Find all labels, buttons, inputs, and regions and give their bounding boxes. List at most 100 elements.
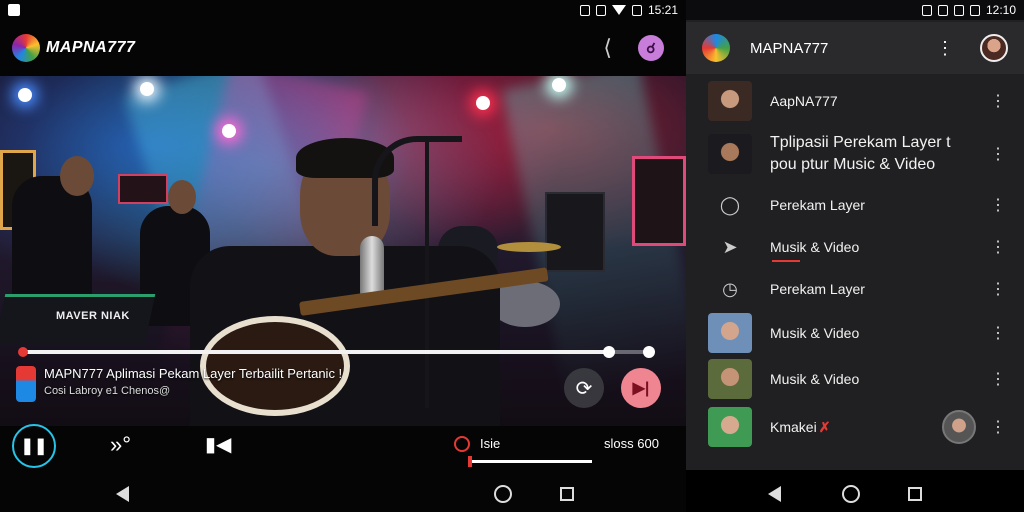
nav-back-icon[interactable] <box>768 486 781 502</box>
stage-lamp <box>552 78 566 92</box>
skip-previous-icon[interactable]: ▮◀ <box>205 432 231 457</box>
pause-icon: ❚❚ <box>20 438 48 455</box>
nav-home-icon[interactable] <box>494 485 512 503</box>
app-bar: MAPNA777 ⟨ ☌ <box>0 22 686 74</box>
status-time: 12:10 <box>985 3 1016 17</box>
video-player[interactable]: MAVER NIAK MAPN777 Aplimasi Pekam Layer … <box>0 76 686 426</box>
more-options-icon[interactable]: ⋮ <box>990 195 1006 215</box>
more-options-icon[interactable]: ⋮ <box>990 323 1006 343</box>
list-item[interactable]: Tplipasii Perekam Layer t pou ptur Music… <box>686 124 1024 184</box>
account-icon[interactable]: ☌ <box>638 35 664 61</box>
avatar[interactable] <box>942 410 976 444</box>
list-item[interactable]: ◯ Perekam Layer ⋮ <box>686 184 1024 226</box>
nfc-icon <box>595 4 606 16</box>
video-subtitle: Cosi Labroy e1 Chenos@ <box>44 385 171 397</box>
video-info[interactable]: MAPN777 Aplimasi Pekam Layer Terbailit P… <box>16 366 342 402</box>
list-item[interactable]: Kmakei ✗ ⋮ <box>686 402 1024 452</box>
item-label: Musik & Video <box>770 239 860 255</box>
app-logo-icon <box>12 34 40 62</box>
time-display: sloss 600 <box>604 436 659 451</box>
skip-next-icon: ▶| <box>632 380 650 397</box>
item-label: Perekam Layer <box>770 281 865 297</box>
item-label: Tplipasii Perekam Layer t pou ptur Music… <box>770 134 951 173</box>
seek-end-marker <box>643 346 655 358</box>
nav-recents-icon[interactable] <box>560 487 574 501</box>
more-options-icon[interactable]: ⋮ <box>990 279 1006 299</box>
item-label: Musik & Video <box>770 325 860 341</box>
wifi-icon <box>611 5 626 15</box>
menu-pane: 12:10 MAPNA777 ⋮ AapNA777 ⋮ Tplipasii Pe… <box>686 0 1024 512</box>
video-title: MAPN777 Aplimasi Pekam Layer Terbailit P… <box>44 366 343 381</box>
notification-icon <box>8 4 20 16</box>
share-icon: ➤ <box>722 236 738 257</box>
more-options-icon[interactable]: ⋮ <box>990 417 1006 437</box>
band-member-head <box>60 156 94 196</box>
more-options-icon[interactable]: ⋮ <box>936 38 954 59</box>
list-item[interactable]: ➤ Musik & Video ⋮ <box>686 226 1024 268</box>
menu-header: MAPNA777 ⋮ <box>686 22 1024 74</box>
stage-lamp <box>140 82 154 96</box>
player-pane: 15:21 MAPNA777 ⟨ ☌ MAVER NIAK MAPN777 Ap… <box>0 0 686 512</box>
avatar[interactable] <box>980 34 1008 62</box>
list-item[interactable]: AapNA777 ⋮ <box>686 78 1024 124</box>
replay-button[interactable]: ⟳ <box>564 368 604 408</box>
stage-lamp <box>18 88 32 102</box>
active-indicator <box>772 260 800 262</box>
face-thumb <box>708 313 752 353</box>
item-label: Perekam Layer <box>770 197 865 213</box>
nav-recents-icon[interactable] <box>908 487 922 501</box>
vibrate-icon <box>921 4 932 16</box>
volume-slider[interactable] <box>468 456 592 467</box>
list-item[interactable]: Musik & Video ⋮ <box>686 310 1024 356</box>
status-time: 15:21 <box>647 3 678 17</box>
mic-boom <box>372 136 462 226</box>
seek-bar-fill <box>22 350 610 354</box>
seek-start-marker <box>18 347 28 357</box>
neon-panel <box>632 156 686 246</box>
status-bar-left: 15:21 <box>0 0 686 20</box>
mixer-label: MAVER NIAK <box>56 310 130 322</box>
nav-bar-right <box>686 476 1024 512</box>
fast-forward-icon[interactable]: »° <box>110 432 131 458</box>
list-item[interactable]: Musik & Video ⋮ <box>686 356 1024 402</box>
nav-home-icon[interactable] <box>842 485 860 503</box>
mic-stand <box>425 138 429 408</box>
more-options-icon[interactable]: ⋮ <box>990 91 1006 111</box>
volume-thumb[interactable] <box>468 456 473 467</box>
cymbal <box>497 242 561 252</box>
more-options-icon[interactable]: ⋮ <box>990 144 1006 164</box>
vibrate-icon <box>579 4 590 16</box>
item-label: Musik & Video <box>770 371 860 387</box>
menu-brand: MAPNA777 <box>750 39 829 57</box>
share-icon[interactable]: ⟨ <box>603 35 612 61</box>
list-item[interactable]: ◷ Perekam Layer ⋮ <box>686 268 1024 310</box>
channel-icon <box>16 366 36 402</box>
pause-button[interactable]: ❚❚ <box>12 424 56 468</box>
app-brand: MAPNA777 <box>46 39 136 56</box>
chat-icon: ◯ <box>719 194 741 215</box>
replay-icon: ⟳ <box>575 377 593 400</box>
next-button[interactable]: ▶| <box>621 368 661 408</box>
signal-icon <box>953 4 964 16</box>
status-bar-right: 12:10 <box>686 0 1024 20</box>
item-label: Kmakei ✗ <box>770 419 830 436</box>
stage-lamp <box>222 124 236 138</box>
more-options-icon[interactable]: ⋮ <box>990 237 1006 257</box>
band-member-head <box>168 180 196 214</box>
seek-bar[interactable] <box>18 346 655 358</box>
face-thumb <box>708 134 752 174</box>
more-options-icon[interactable]: ⋮ <box>990 369 1006 389</box>
red-marker-icon: ✗ <box>818 418 831 435</box>
app-logo-icon <box>702 34 730 62</box>
menu-list: AapNA777 ⋮ Tplipasii Perekam Layer t pou… <box>686 78 1024 452</box>
control-label: Isie <box>480 436 501 451</box>
nav-bar-left <box>0 476 686 512</box>
nav-back-icon[interactable] <box>116 486 129 502</box>
drum <box>490 281 560 327</box>
stage-lamp <box>476 96 490 110</box>
battery-icon <box>631 4 642 16</box>
nfc-icon <box>937 4 948 16</box>
playback-controls: ❚❚ »° ▮◀ Isie sloss 600 <box>0 424 686 468</box>
face-thumb <box>708 407 752 447</box>
record-icon[interactable] <box>454 436 470 452</box>
